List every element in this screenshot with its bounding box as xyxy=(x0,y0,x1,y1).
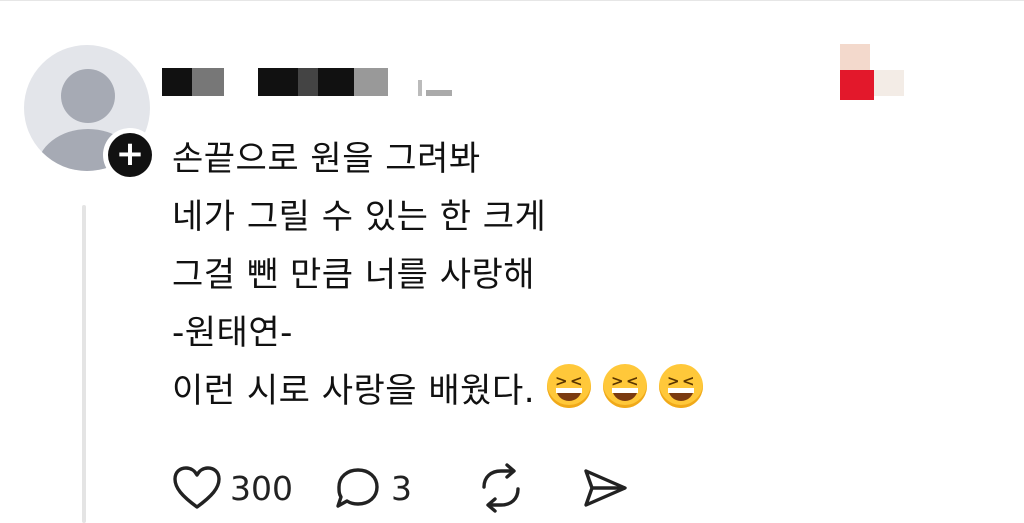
grinning-squinting-face-icon: > < xyxy=(603,364,648,408)
like-count: 300 xyxy=(230,468,293,508)
post-line-5: 이런 시로 사랑을 배웠다. > < > < > < xyxy=(172,362,772,420)
plus-icon: + xyxy=(108,133,152,177)
censored-username[interactable] xyxy=(162,68,462,98)
censored-timestamp xyxy=(840,44,906,100)
repost-icon xyxy=(482,463,520,513)
share-icon xyxy=(584,469,627,507)
repost-button[interactable] xyxy=(476,463,526,513)
thread-line xyxy=(82,205,86,523)
follow-button[interactable]: + xyxy=(103,128,157,182)
top-divider xyxy=(0,0,1024,1)
action-bar: 300 3 xyxy=(172,463,670,513)
post-line-5-text: 이런 시로 사랑을 배웠다. xyxy=(172,371,536,411)
post-body: 손끝으로 원을 그려봐 네가 그릴 수 있는 한 크게 그걸 뺀 만큼 너를 사… xyxy=(172,130,772,420)
reply-button[interactable]: 3 xyxy=(333,465,412,511)
comment-icon xyxy=(336,468,379,508)
post-line-2: 네가 그릴 수 있는 한 크게 xyxy=(172,197,547,237)
grinning-squinting-face-icon: > < xyxy=(547,364,592,408)
heart-icon xyxy=(173,466,221,509)
like-button[interactable]: 300 xyxy=(172,465,293,511)
reply-count: 3 xyxy=(391,468,412,508)
post-line-1: 손끝으로 원을 그려봐 xyxy=(172,139,481,179)
share-button[interactable] xyxy=(580,465,630,511)
avatar-head xyxy=(61,69,115,123)
grinning-squinting-face-icon: > < xyxy=(659,364,704,408)
post-line-4: -원태연- xyxy=(172,313,293,353)
post-line-3: 그걸 뺀 만큼 너를 사랑해 xyxy=(172,255,536,295)
